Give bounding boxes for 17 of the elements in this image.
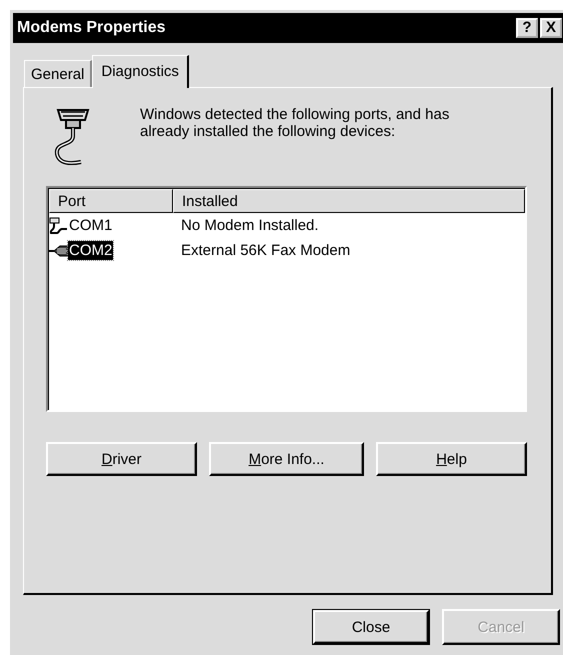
cable-plug-icon (48, 216, 68, 234)
table-cell-text: External 56K Fax Modem (180, 242, 350, 259)
dialog-button[interactable]: Driver (46, 442, 198, 476)
dialog-button[interactable]: Help (376, 442, 528, 476)
title-bar-button[interactable]: ? (516, 18, 538, 38)
tab[interactable]: General (24, 60, 92, 87)
tab[interactable]: Diagnostics (92, 55, 189, 88)
column-header[interactable]: Installed (173, 189, 525, 213)
dialog-button[interactable]: More Info... (209, 442, 364, 476)
column-header[interactable]: Port (49, 189, 173, 213)
table-cell-text: No Modem Installed. (180, 217, 319, 234)
port-name[interactable]: COM2 (68, 241, 114, 260)
window-title: Modems Properties (17, 19, 166, 37)
title-bar-button[interactable]: X (540, 18, 562, 38)
dialog-button[interactable]: Close (312, 609, 430, 645)
description-text: Windows detected the following ports, and has already installed the following devices: (140, 106, 450, 140)
port-name[interactable]: COM1 (68, 216, 114, 235)
